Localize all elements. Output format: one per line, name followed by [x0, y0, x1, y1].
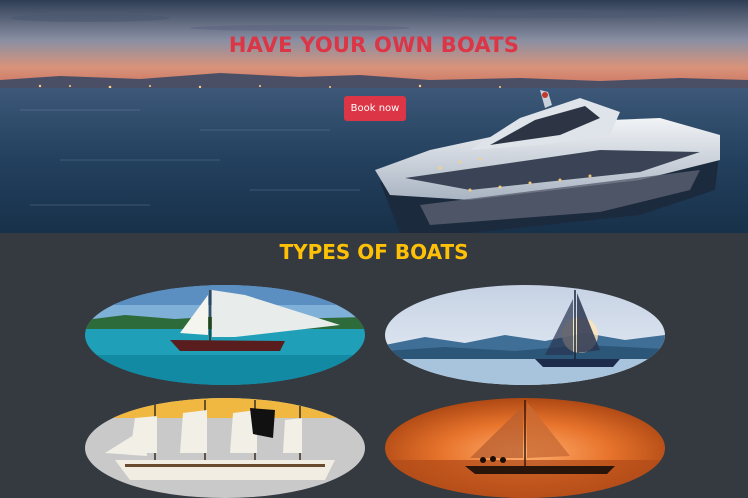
hero-banner: HAVE YOUR OWN BOATS Book now: [0, 0, 748, 233]
sailboat-tropical-image: [85, 285, 365, 385]
section-title: TYPES OF BOATS: [279, 240, 469, 264]
boat-card-2[interactable]: [385, 285, 665, 385]
book-now-button[interactable]: Book now: [344, 96, 406, 121]
sailboat-orange-sunset-image: [385, 398, 665, 498]
boat-card-4[interactable]: [385, 398, 665, 498]
boat-card-3[interactable]: [85, 398, 365, 498]
sailboat-sunset-mountains-image: [385, 285, 665, 385]
boat-card-1[interactable]: [85, 285, 365, 385]
hero-title: HAVE YOUR OWN BOATS: [228, 33, 520, 57]
tall-ship-image: [85, 398, 365, 498]
